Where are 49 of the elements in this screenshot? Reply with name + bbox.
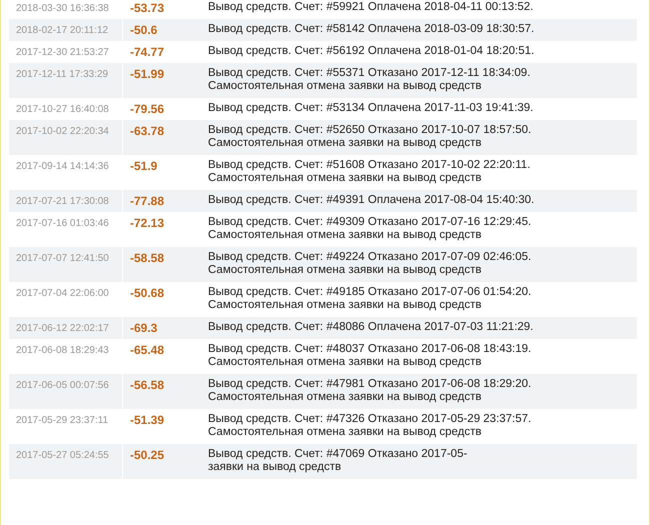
transaction-date: 2017-12-30 21:53:27 [16, 47, 109, 58]
transaction-amount: -72.13 [130, 216, 164, 230]
transaction-date: 2017-07-16 01:03:46 [16, 218, 109, 229]
transaction-amount: -58.58 [130, 251, 164, 265]
transaction-amount: -56.58 [130, 378, 164, 392]
transaction-date: 2017-07-21 17:30:08 [16, 196, 109, 207]
transaction-description: Вывод средств. Счет: #56192 Оплачена 2018-01-04 18:20:51. [208, 45, 534, 58]
transaction-description: Вывод средств. Счет: #55371 Отказано 2017-12-11 18:34:09. Самостоятельная отмена заявки на вывод средств [208, 67, 532, 93]
transaction-date: 2017-06-08 18:29:43 [16, 345, 109, 356]
transaction-description: Вывод средств. Счет: #53134 Оплачена 2017-11-03 19:41:39. [208, 102, 534, 115]
transaction-description: Вывод средств. Счет: #49391 Оплачена 2017-08-04 15:40:30. [208, 194, 534, 207]
transaction-description: Вывод средств. Счет: #47069 Отказано 2017-05- [208, 448, 468, 461]
transaction-date: 2017-10-02 22:20:34 [16, 126, 109, 137]
transaction-date: 2018-02-17 20:11:12 [16, 25, 108, 36]
transaction-date: 2018-03-30 16:36:38 [16, 3, 109, 14]
transaction-date: 2017-07-07 12:41:50 [16, 253, 109, 264]
transaction-amount: -74.77 [130, 45, 164, 59]
transaction-description: Вывод средств. Счет: #52650 Отказано 2017-10-07 18:57:50. Самостоятельная отмена заявки на вывод средств [208, 124, 532, 150]
transaction-date: 2017-05-27 05:24:55 [16, 450, 109, 461]
transaction-description: Вывод средств. Счет: #51608 Отказано 2017-10-02 22:20:11. Самостоятельная отмена заявки на вывод средств [208, 159, 532, 185]
transaction-date: 2017-06-05 00:07:56 [16, 380, 109, 391]
transaction-amount: -79.56 [130, 102, 164, 116]
transaction-amount: -77.88 [130, 194, 164, 208]
transaction-amount: -50.68 [130, 286, 164, 300]
transaction-amount: -63.78 [130, 124, 164, 138]
transaction-amount: -69.3 [130, 321, 158, 335]
transaction-amount: -65.48 [130, 343, 164, 357]
transaction-description: Вывод средств. Счет: #49185 Отказано 2017-07-06 01:54:20. Самостоятельная отмена заявки на вывод средств [208, 286, 532, 312]
transaction-description: Вывод средств. Счет: #49309 Отказано 2017-07-16 12:29:45. Самостоятельная отмена заявки на вывод средств [208, 216, 532, 242]
transaction-description: Вывод средств. Счет: #48037 Отказано 2017-06-08 18:43:19. Самостоятельная отмена заявки на вывод средств [208, 343, 532, 369]
transaction-date: 2017-07-04 22:06:00 [16, 288, 109, 299]
transaction-date: 2017-10-27 16:40:08 [16, 104, 109, 115]
transaction-amount: -51.39 [130, 413, 164, 427]
transaction-amount: -53.73 [130, 1, 164, 15]
transaction-description: Вывод средств. Счет: #59921 Оплачена 2018-04-11 00:13:52. [208, 1, 534, 14]
transaction-description: Вывод средств. Счет: #49224 Отказано 2017-07-09 02:46:05. Самостоятельная отмена заявки на вывод средств [208, 251, 532, 277]
transaction-description: Вывод средств. Счет: #48086 Оплачена 2017-07-03 11:21:29. [208, 321, 534, 334]
transaction-date: 2017-12-11 17:33:29 [16, 69, 108, 80]
transaction-amount: -51.9 [130, 159, 158, 173]
transaction-description: заявки на вывод средств [208, 461, 342, 474]
transaction-amount: -50.25 [130, 448, 164, 462]
transaction-date: 2017-06-12 22:02:17 [16, 323, 109, 334]
transaction-date: 2017-05-29 23:37:11 [16, 415, 108, 426]
transaction-amount: -51.99 [130, 67, 164, 81]
transaction-description: Вывод средств. Счет: #47981 Отказано 2017-06-08 18:29:20. Самостоятельная отмена заявки на вывод средств [208, 378, 532, 404]
transaction-description: Вывод средств. Счет: #47326 Отказано 2017-05-29 23:37:57. Самостоятельная отмена заявки на вывод средств [208, 413, 532, 439]
transaction-date: 2017-09-14 14:14:36 [16, 161, 109, 172]
transaction-amount: -50.6 [130, 23, 158, 37]
transaction-description: Вывод средств. Счет: #58142 Оплачена 2018-03-09 18:30:57. [208, 23, 534, 36]
